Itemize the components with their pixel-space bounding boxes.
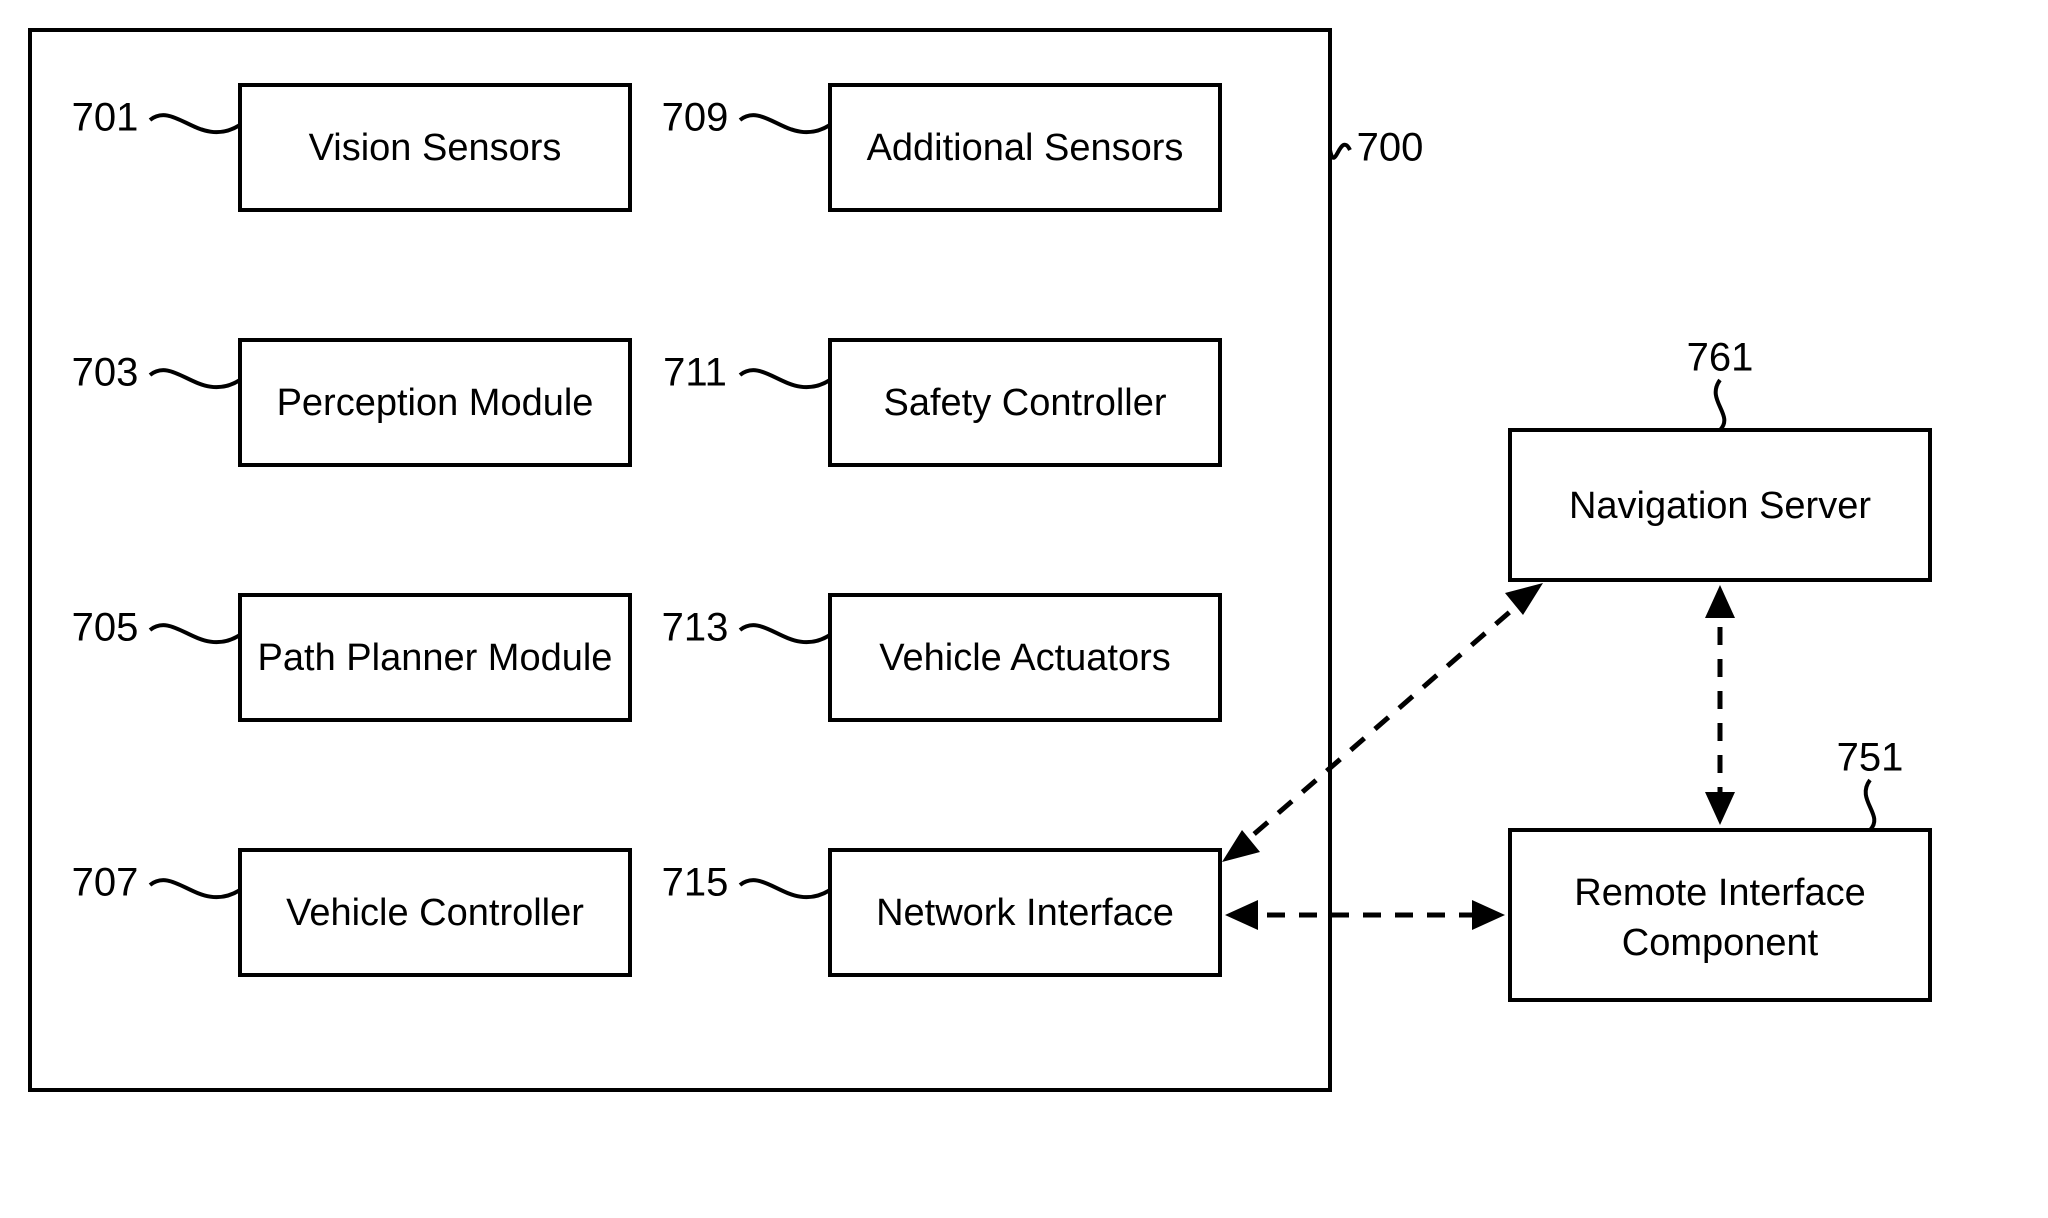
leadline [150,370,240,387]
block-label: Additional Sensors [867,127,1184,169]
ref-751: 751 [1837,736,1904,780]
block-safety-controller: Safety Controller [830,340,1220,465]
block-label: Path Planner Module [258,637,613,679]
block-label: Vehicle Controller [286,892,584,934]
block-network-interface: Network Interface [830,850,1220,975]
leadline [740,880,830,897]
block-label: Navigation Server [1569,485,1871,527]
ref-761: 761 [1687,336,1754,380]
block-label-line2: Component [1622,922,1819,964]
block-label: Vehicle Actuators [879,637,1171,679]
link-network-to-remote [1225,900,1505,930]
block-label: Perception Module [277,382,594,424]
block-path-planner-module: Path Planner Module [240,595,630,720]
block-label-line1: Remote Interface [1574,872,1865,914]
block-additional-sensors: Additional Sensors [830,85,1220,210]
leadline [1866,780,1875,830]
block-vision-sensors: Vision Sensors [240,85,630,210]
block-navigation-server: Navigation Server [1510,430,1930,580]
leadline [740,625,830,642]
block-vehicle-actuators: Vehicle Actuators [830,595,1220,720]
block-label: Vision Sensors [309,127,562,169]
block-vehicle-controller: Vehicle Controller [240,850,630,975]
link-navserver-to-remote [1705,585,1735,825]
ref-701: 701 [72,96,139,140]
link-network-to-navserver [1222,583,1543,862]
ref-709: 709 [662,96,729,140]
ref-707: 707 [72,861,139,905]
block-perception-module: Perception Module [240,340,630,465]
block-remote-interface-component: Remote Interface Component [1510,830,1930,1000]
leadline [740,370,830,387]
ref-703: 703 [72,351,139,395]
block-label: Safety Controller [883,382,1166,424]
ref-711: 711 [663,351,727,395]
ref-715: 715 [662,861,729,905]
ref-705: 705 [72,606,139,650]
leadline [150,625,240,642]
leadline [1716,380,1725,430]
leadline [740,115,830,132]
leadline [150,880,240,897]
ref-713: 713 [662,606,729,650]
block-diagram: Vision Sensors Perception Module Path Pl… [0,0,2048,1218]
leadline [150,115,240,132]
block-label: Network Interface [876,892,1174,934]
leadline [1330,145,1350,158]
ref-700: 700 [1357,126,1424,170]
